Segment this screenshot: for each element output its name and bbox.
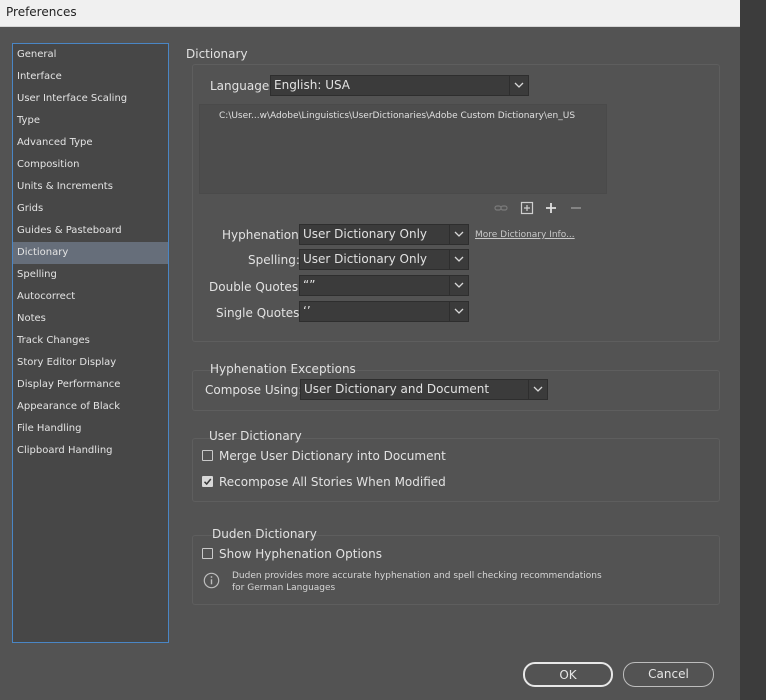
user-dictionary-panel <box>192 438 720 502</box>
sidebar-item-appearance-of-black[interactable]: Appearance of Black <box>13 396 168 418</box>
sidebar-item-notes[interactable]: Notes <box>13 308 168 330</box>
sidebar-item-display-performance[interactable]: Display Performance <box>13 374 168 396</box>
spelling-dropdown[interactable]: User Dictionary Only <box>299 249 469 270</box>
single-quotes-dropdown[interactable]: ‘’ <box>299 301 469 322</box>
recompose-stories-label: Recompose All Stories When Modified <box>219 475 446 489</box>
sidebar-item-composition[interactable]: Composition <box>13 154 168 176</box>
sidebar-item-grids[interactable]: Grids <box>13 198 168 220</box>
language-dropdown[interactable]: English: USA <box>270 75 529 96</box>
chevron-down-icon <box>449 225 468 244</box>
window-title: Preferences <box>6 5 77 19</box>
add-icon[interactable] <box>544 201 558 215</box>
cancel-button[interactable]: Cancel <box>623 662 714 687</box>
sidebar-item-guides-pasteboard[interactable]: Guides & Pasteboard <box>13 220 168 242</box>
more-dictionary-info-link[interactable]: More Dictionary Info... <box>475 230 575 240</box>
info-icon <box>203 572 220 589</box>
recompose-stories-checkbox[interactable] <box>202 476 213 487</box>
ok-button[interactable]: OK <box>523 662 613 687</box>
sidebar-item-spelling[interactable]: Spelling <box>13 264 168 286</box>
duden-dictionary-heading: Duden Dictionary <box>212 527 317 541</box>
sidebar-item-dictionary[interactable]: Dictionary <box>13 242 168 264</box>
compose-using-label: Compose Using: <box>205 383 303 397</box>
new-dictionary-icon[interactable] <box>520 201 534 215</box>
merge-dictionary-checkbox[interactable] <box>202 450 213 461</box>
language-value: English: USA <box>274 78 351 92</box>
hyphenation-dropdown[interactable]: User Dictionary Only <box>299 224 469 245</box>
checkmark-icon <box>203 478 212 486</box>
show-hyphenation-options-label: Show Hyphenation Options <box>219 547 382 561</box>
duden-info-line1: Duden provides more accurate hyphenation… <box>232 571 602 581</box>
user-dictionary-heading: User Dictionary <box>209 429 302 443</box>
sidebar-item-story-editor-display[interactable]: Story Editor Display <box>13 352 168 374</box>
sidebar-item-general[interactable]: General <box>13 44 168 66</box>
hyphenation-label: Hyphenation: <box>222 228 303 242</box>
chevron-down-icon <box>528 380 547 399</box>
remove-icon[interactable] <box>569 201 583 215</box>
double-quotes-value: “” <box>303 278 316 292</box>
spelling-label: Spelling: <box>248 253 300 267</box>
compose-using-dropdown[interactable]: User Dictionary and Document <box>300 379 548 400</box>
sidebar-item-autocorrect[interactable]: Autocorrect <box>13 286 168 308</box>
category-list[interactable]: General Interface User Interface Scaling… <box>12 43 169 643</box>
chevron-down-icon <box>509 76 528 95</box>
sidebar-item-type[interactable]: Type <box>13 110 168 132</box>
double-quotes-dropdown[interactable]: “” <box>299 275 469 296</box>
sidebar-item-track-changes[interactable]: Track Changes <box>13 330 168 352</box>
duden-info-line2: for German Languages <box>232 583 336 593</box>
dictionary-heading: Dictionary <box>186 47 248 61</box>
sidebar-item-user-interface-scaling[interactable]: User Interface Scaling <box>13 88 168 110</box>
double-quotes-label: Double Quotes: <box>209 280 303 294</box>
single-quotes-label: Single Quotes: <box>216 306 304 320</box>
language-label: Language: <box>210 79 274 93</box>
chevron-down-icon <box>449 250 468 269</box>
title-bar: Preferences <box>0 0 740 27</box>
sidebar-item-file-handling[interactable]: File Handling <box>13 418 168 440</box>
sidebar-item-units-increments[interactable]: Units & Increments <box>13 176 168 198</box>
chevron-down-icon <box>449 276 468 295</box>
background-strip <box>740 0 766 700</box>
link-icon[interactable] <box>494 201 508 215</box>
sidebar-item-clipboard-handling[interactable]: Clipboard Handling <box>13 440 168 462</box>
single-quotes-value: ‘’ <box>303 304 311 318</box>
hyphenation-value: User Dictionary Only <box>303 227 428 241</box>
show-hyphenation-options-checkbox[interactable] <box>202 548 213 559</box>
hyphenation-exceptions-heading: Hyphenation Exceptions <box>210 362 356 376</box>
sidebar-item-advanced-type[interactable]: Advanced Type <box>13 132 168 154</box>
sidebar-item-interface[interactable]: Interface <box>13 66 168 88</box>
merge-dictionary-label: Merge User Dictionary into Document <box>219 449 446 463</box>
dictionary-list[interactable]: C:\User...w\Adobe\Linguistics\UserDictio… <box>199 104 607 194</box>
chevron-down-icon <box>449 302 468 321</box>
spelling-value: User Dictionary Only <box>303 252 428 266</box>
compose-using-value: User Dictionary and Document <box>304 382 490 396</box>
dictionary-path: C:\User...w\Adobe\Linguistics\UserDictio… <box>219 111 576 121</box>
